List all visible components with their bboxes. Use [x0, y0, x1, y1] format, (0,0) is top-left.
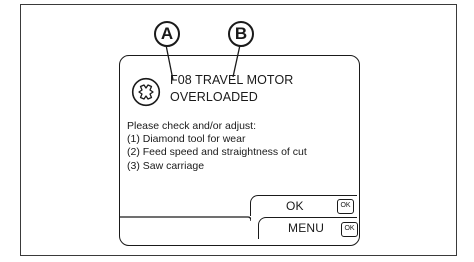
menu-ok-key-icon[interactable]: OK	[341, 222, 358, 237]
message-item-1: (1) Diamond tool for wear	[127, 133, 246, 146]
message-item-3: (3) Saw carriage	[127, 159, 205, 172]
message-intro: Please check and/or adjust:	[127, 120, 256, 132]
message-item-2: (2) Feed speed and straightness of cut	[127, 146, 307, 159]
ok-button[interactable]: OK OK	[250, 195, 357, 216]
softkey-divider	[120, 216, 251, 222]
error-title-line-1: F08 TRAVEL MOTOR	[170, 73, 294, 87]
callout-b: B	[228, 21, 254, 47]
ok-button-label: OK	[286, 199, 304, 213]
callout-a: A	[154, 21, 180, 47]
error-message: Please check and/or adjust: (1) Diamond …	[127, 120, 307, 173]
circle-x-icon	[131, 77, 161, 107]
menu-button[interactable]: MENU OK	[258, 217, 358, 239]
menu-button-label: MENU	[288, 221, 325, 235]
error-title: F08 TRAVEL MOTOR OVERLOADED	[170, 72, 293, 106]
ok-key-icon[interactable]: OK	[337, 199, 354, 214]
error-title-line-2: OVERLOADED	[170, 90, 258, 104]
